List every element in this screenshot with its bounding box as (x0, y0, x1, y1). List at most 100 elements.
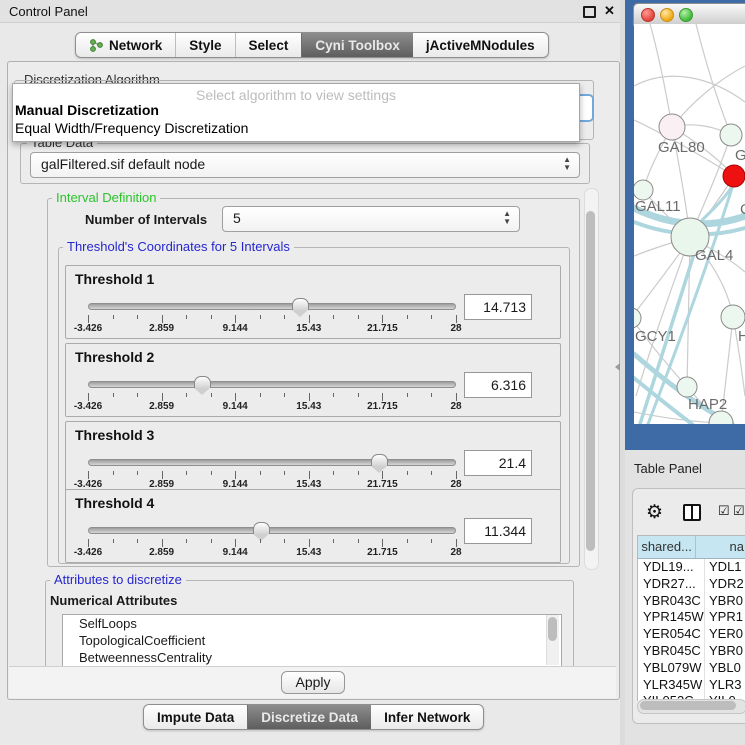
attribute-item[interactable]: BetweennessCentrality (63, 649, 561, 666)
table-row[interactable]: YDL19...YDL1 (638, 559, 745, 576)
slider-tick-label: 15.43 (296, 401, 321, 412)
slider-tick (162, 393, 163, 401)
slider-tick (186, 315, 187, 319)
numerical-attributes-label: Numerical Attributes (50, 593, 177, 608)
select-all-check-icon[interactable]: ☑ (718, 503, 730, 519)
tab-network[interactable]: Network (76, 33, 175, 57)
slider-thumb[interactable] (194, 376, 211, 388)
tab-cyni-toolbox[interactable]: Cyni Toolbox (301, 33, 413, 57)
column-header-shared-name[interactable]: shared... (638, 536, 696, 558)
select-all-check-icon[interactable]: ☑ (733, 503, 745, 519)
slider-tick (211, 315, 212, 319)
slider-tick (382, 393, 383, 401)
threshold-label: Threshold 2 (75, 349, 154, 365)
slider-tick (211, 539, 212, 543)
tab-impute-data[interactable]: Impute Data (144, 705, 247, 729)
table-row[interactable]: YBR043CYBR0 (638, 593, 745, 610)
network-node[interactable] (677, 377, 697, 397)
threshold-label: Threshold 3 (75, 427, 154, 443)
table-row[interactable]: YLR345WYLR3 (638, 677, 745, 694)
tab-style[interactable]: Style (175, 33, 234, 57)
attribute-item[interactable]: SelfLoops (63, 615, 561, 632)
slider-thumb[interactable] (371, 454, 388, 466)
table-row[interactable]: YPR145WYPR1 (638, 609, 745, 626)
slider-tick-labels: -3.4262.8599.14415.4321.71528 (88, 547, 456, 558)
threshold-value-field[interactable]: 14.713 (464, 294, 532, 320)
table-cell: YDR27... (638, 576, 705, 593)
table-row[interactable]: YBR045CYBR0 (638, 643, 745, 660)
stepper-arrows-icon: ▲▼ (503, 210, 511, 226)
popup-option-manual-discretization[interactable]: Manual Discretization (15, 102, 159, 118)
settings-gear-icon[interactable]: ⚙ (646, 501, 663, 524)
network-window-titlebar[interactable] (633, 3, 745, 26)
split-columns-icon[interactable] (683, 504, 701, 521)
tab-infer-network[interactable]: Infer Network (371, 705, 483, 729)
close-traffic-light[interactable] (641, 8, 655, 22)
slider-tick (358, 393, 359, 397)
control-panel-titlebar: Control Panel ✕ (0, 0, 625, 23)
slider-tick (407, 393, 408, 397)
table-row[interactable]: YBL079WYBL0 (638, 660, 745, 677)
network-node[interactable] (634, 180, 653, 200)
slider-track[interactable] (88, 527, 456, 534)
table-row[interactable]: YDR27...YDR2 (638, 576, 745, 593)
slider-tick (333, 471, 334, 475)
settings-scrollbar-thumb[interactable] (586, 211, 595, 551)
network-node[interactable] (723, 165, 745, 187)
slider-tick (211, 393, 212, 397)
column-header-name[interactable]: na (696, 536, 745, 558)
tab-discretize-data[interactable]: Discretize Data (247, 705, 371, 729)
network-node[interactable] (659, 114, 685, 140)
network-node[interactable] (721, 305, 745, 329)
network-node-label: GAL4 (695, 247, 733, 264)
threshold-slider[interactable] (88, 377, 456, 391)
threshold-value-field[interactable]: 11.344 (464, 518, 532, 544)
threshold-slider[interactable] (88, 299, 456, 313)
attributes-list-scrollbar-thumb[interactable] (548, 617, 557, 641)
threshold-slider[interactable] (88, 455, 456, 469)
slider-tick (162, 539, 163, 547)
tab-jactivemnodules[interactable]: jActiveMNodules (413, 33, 548, 57)
table-cell: YPR1 (705, 609, 745, 626)
slider-tick (382, 315, 383, 323)
table-data-combo[interactable]: galFiltered.sif default node ▲▼ (30, 152, 580, 178)
slider-track[interactable] (88, 303, 456, 310)
slider-tick (235, 471, 236, 479)
attributes-list-scrollbar[interactable] (546, 615, 559, 665)
table-row[interactable]: YER054CYER0 (638, 626, 745, 643)
attribute-item[interactable]: TopologicalCoefficient (63, 632, 561, 649)
network-node-label: H (738, 328, 745, 345)
network-node-label: GCY1 (635, 328, 676, 345)
slider-track[interactable] (88, 381, 456, 388)
slider-thumb[interactable] (253, 522, 270, 534)
slider-track[interactable] (88, 459, 456, 466)
number-of-intervals-combo[interactable]: 5 ▲▼ (222, 206, 520, 232)
network-node[interactable] (720, 124, 742, 146)
slider-tick (382, 539, 383, 547)
table-horizontal-scrollbar[interactable] (637, 699, 745, 714)
slider-tick (235, 539, 236, 547)
number-of-intervals-label: Number of Intervals (85, 212, 207, 227)
slider-thumb[interactable] (292, 298, 309, 310)
popup-option-equal-width-frequency[interactable]: Equal Width/Frequency Discretization (15, 120, 248, 136)
tab-select[interactable]: Select (235, 33, 302, 57)
slider-tick-label: 28 (450, 547, 461, 558)
slider-tick (137, 471, 138, 475)
apply-button[interactable]: Apply (281, 671, 345, 694)
table-horizontal-scrollbar-thumb[interactable] (640, 701, 736, 710)
minimize-traffic-light[interactable] (660, 8, 674, 22)
threshold-value-field[interactable]: 6.316 (464, 372, 532, 398)
table-cell: YBR0 (705, 593, 745, 610)
float-window-icon[interactable] (583, 6, 596, 18)
network-node[interactable] (634, 308, 641, 328)
slider-tick (407, 471, 408, 475)
threshold-value-field[interactable]: 21.4 (464, 450, 532, 476)
network-canvas[interactable]: GAL80G.CGAL11GAL4GCY1HHAP2 (634, 24, 745, 424)
close-icon[interactable]: ✕ (604, 3, 615, 19)
settings-scrollbar[interactable] (584, 188, 599, 570)
slider-tick (309, 471, 310, 479)
slider-tick (431, 315, 432, 319)
threshold-slider[interactable] (88, 523, 456, 537)
divider-collapse-handle[interactable] (615, 363, 620, 371)
zoom-traffic-light[interactable] (679, 8, 693, 22)
